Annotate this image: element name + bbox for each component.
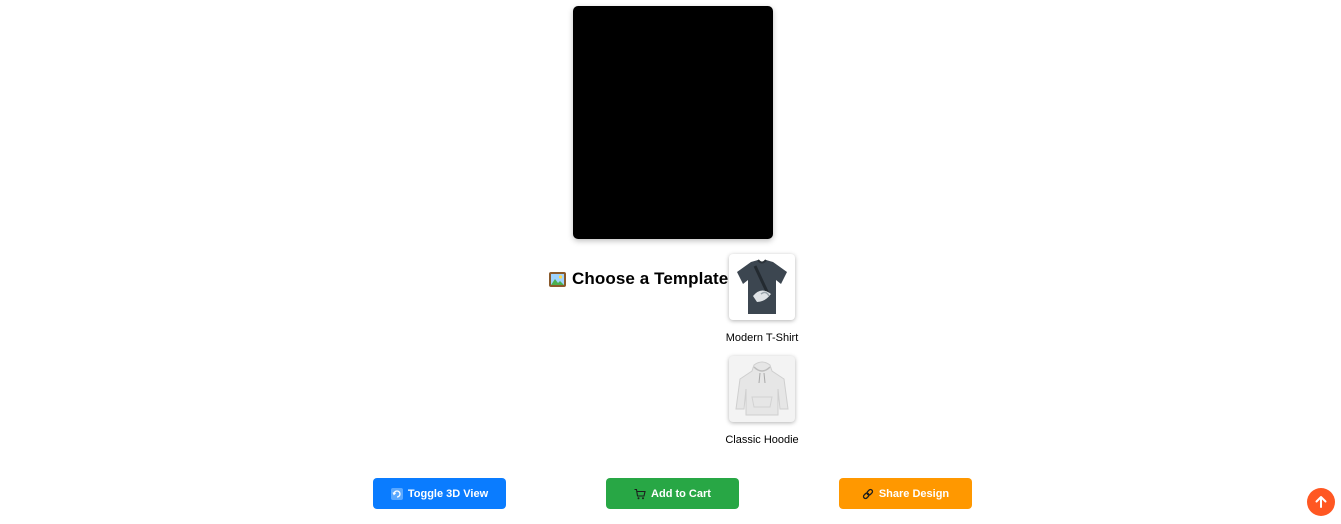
- framed-picture-icon: [549, 271, 566, 287]
- share-design-button[interactable]: Share Design: [839, 478, 972, 509]
- rotate-icon: [390, 487, 403, 500]
- template-option-classic-hoodie[interactable]: Classic Hoodie: [717, 356, 807, 446]
- template-thumbnail[interactable]: [729, 254, 795, 320]
- add-to-cart-button[interactable]: Add to Cart: [606, 478, 739, 509]
- template-option-modern-tshirt[interactable]: Modern T-Shirt: [717, 254, 807, 344]
- hoodie-icon: [735, 361, 789, 416]
- cart-icon: [634, 488, 646, 500]
- design-preview-canvas[interactable]: [573, 6, 773, 239]
- template-label: Classic Hoodie: [725, 434, 799, 446]
- template-thumbnail[interactable]: [729, 356, 795, 422]
- template-section-title: Choose a Template: [572, 269, 729, 288]
- arrow-up-icon: [1315, 496, 1327, 508]
- link-icon: [862, 488, 874, 500]
- add-to-cart-label: Add to Cart: [651, 487, 711, 500]
- toggle-3d-view-label: Toggle 3D View: [407, 487, 489, 500]
- template-label: Modern T-Shirt: [725, 332, 799, 344]
- share-design-label: Share Design: [878, 487, 950, 500]
- toggle-3d-view-button[interactable]: Toggle 3D View: [373, 478, 506, 509]
- scroll-to-top-button[interactable]: [1307, 488, 1335, 516]
- tshirt-icon: [737, 259, 787, 314]
- template-section-heading: Choose a Template: [549, 268, 728, 290]
